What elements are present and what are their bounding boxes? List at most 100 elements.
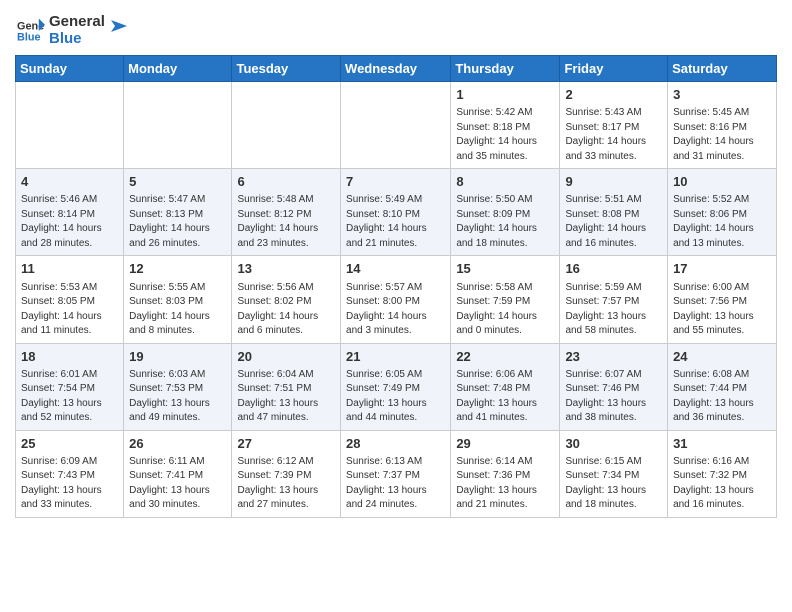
day-info: Sunrise: 6:08 AM Sunset: 7:44 PM Dayligh…: [673, 368, 771, 426]
calendar-cell: 17 Sunrise: 6:00 AM Sunset: 7:56 PM Dayli…: [668, 256, 777, 343]
calendar-cell: [341, 82, 451, 169]
day-info: Sunrise: 6:00 AM Sunset: 7:56 PM Dayligh…: [673, 281, 771, 339]
calendar-cell: 9 Sunrise: 5:51 AM Sunset: 8:08 PM Daylig…: [560, 169, 668, 256]
calendar-cell: 8 Sunrise: 5:50 AM Sunset: 8:09 PM Daylig…: [451, 169, 560, 256]
calendar-cell: 31Sunrise: 6:16 AM Sunset: 7:32 PM Dayli…: [668, 430, 777, 517]
day-number: 28: [346, 435, 445, 453]
day-info: Sunrise: 5:46 AM Sunset: 8:14 PM Dayligh…: [21, 193, 118, 251]
day-info: Sunrise: 6:01 AM Sunset: 7:54 PM Dayligh…: [21, 368, 118, 426]
day-number: 29: [456, 435, 554, 453]
col-header-thursday: Thursday: [451, 56, 560, 82]
day-info: Sunrise: 6:04 AM Sunset: 7:51 PM Dayligh…: [237, 368, 335, 426]
day-info: Sunrise: 6:06 AM Sunset: 7:48 PM Dayligh…: [456, 368, 554, 426]
col-header-saturday: Saturday: [668, 56, 777, 82]
day-number: 1: [456, 86, 554, 104]
day-info: Sunrise: 6:05 AM Sunset: 7:49 PM Dayligh…: [346, 368, 445, 426]
day-info: Sunrise: 5:55 AM Sunset: 8:03 PM Dayligh…: [129, 281, 226, 339]
col-header-wednesday: Wednesday: [341, 56, 451, 82]
logo-general: General: [49, 14, 105, 31]
day-info: Sunrise: 6:12 AM Sunset: 7:39 PM Dayligh…: [237, 455, 335, 513]
day-number: 13: [237, 260, 335, 278]
day-info: Sunrise: 5:50 AM Sunset: 8:09 PM Dayligh…: [456, 193, 554, 251]
day-number: 17: [673, 260, 771, 278]
col-header-monday: Monday: [124, 56, 232, 82]
day-number: 3: [673, 86, 771, 104]
day-number: 15: [456, 260, 554, 278]
day-number: 25: [21, 435, 118, 453]
day-number: 18: [21, 348, 118, 366]
calendar-cell: 28 Sunrise: 6:13 AM Sunset: 7:37 PM Dayli…: [341, 430, 451, 517]
calendar-cell: 4 Sunrise: 5:46 AM Sunset: 8:14 PM Daylig…: [16, 169, 124, 256]
day-number: 26: [129, 435, 226, 453]
day-number: 20: [237, 348, 335, 366]
day-info: Sunrise: 5:57 AM Sunset: 8:00 PM Dayligh…: [346, 281, 445, 339]
day-info: Sunrise: 6:13 AM Sunset: 7:37 PM Dayligh…: [346, 455, 445, 513]
day-info: Sunrise: 5:47 AM Sunset: 8:13 PM Dayligh…: [129, 193, 226, 251]
day-info: Sunrise: 5:56 AM Sunset: 8:02 PM Dayligh…: [237, 281, 335, 339]
calendar-cell: 13 Sunrise: 5:56 AM Sunset: 8:02 PM Dayli…: [232, 256, 341, 343]
calendar-cell: 26Sunrise: 6:11 AM Sunset: 7:41 PM Dayli…: [124, 430, 232, 517]
svg-text:Blue: Blue: [17, 31, 41, 43]
calendar-cell: 29Sunrise: 6:14 AM Sunset: 7:36 PM Dayli…: [451, 430, 560, 517]
calendar-cell: 22Sunrise: 6:06 AM Sunset: 7:48 PM Dayli…: [451, 343, 560, 430]
day-number: 30: [565, 435, 662, 453]
day-number: 8: [456, 173, 554, 191]
day-number: 7: [346, 173, 445, 191]
day-info: Sunrise: 5:43 AM Sunset: 8:17 PM Dayligh…: [565, 106, 662, 164]
day-info: Sunrise: 6:15 AM Sunset: 7:34 PM Dayligh…: [565, 455, 662, 513]
calendar-cell: 7 Sunrise: 5:49 AM Sunset: 8:10 PM Daylig…: [341, 169, 451, 256]
day-info: Sunrise: 5:59 AM Sunset: 7:57 PM Dayligh…: [565, 281, 662, 339]
col-header-sunday: Sunday: [16, 56, 124, 82]
calendar-cell: [16, 82, 124, 169]
day-number: 11: [21, 260, 118, 278]
day-number: 4: [21, 173, 118, 191]
page-header: General Blue General Blue: [15, 10, 777, 47]
day-info: Sunrise: 6:07 AM Sunset: 7:46 PM Dayligh…: [565, 368, 662, 426]
day-info: Sunrise: 5:48 AM Sunset: 8:12 PM Dayligh…: [237, 193, 335, 251]
day-info: Sunrise: 5:42 AM Sunset: 8:18 PM Dayligh…: [456, 106, 554, 164]
day-number: 5: [129, 173, 226, 191]
calendar-cell: 21 Sunrise: 6:05 AM Sunset: 7:49 PM Dayli…: [341, 343, 451, 430]
calendar-cell: 30 Sunrise: 6:15 AM Sunset: 7:34 PM Dayli…: [560, 430, 668, 517]
calendar-cell: [124, 82, 232, 169]
day-number: 27: [237, 435, 335, 453]
day-info: Sunrise: 6:03 AM Sunset: 7:53 PM Dayligh…: [129, 368, 226, 426]
calendar-cell: 14 Sunrise: 5:57 AM Sunset: 8:00 PM Dayli…: [341, 256, 451, 343]
calendar-cell: 2 Sunrise: 5:43 AM Sunset: 8:17 PM Daylig…: [560, 82, 668, 169]
day-info: Sunrise: 5:53 AM Sunset: 8:05 PM Dayligh…: [21, 281, 118, 339]
day-number: 19: [129, 348, 226, 366]
day-number: 6: [237, 173, 335, 191]
day-info: Sunrise: 6:09 AM Sunset: 7:43 PM Dayligh…: [21, 455, 118, 513]
calendar-cell: 19 Sunrise: 6:03 AM Sunset: 7:53 PM Dayli…: [124, 343, 232, 430]
day-number: 14: [346, 260, 445, 278]
calendar-cell: 27 Sunrise: 6:12 AM Sunset: 7:39 PM Dayli…: [232, 430, 341, 517]
calendar-cell: 10Sunrise: 5:52 AM Sunset: 8:06 PM Dayli…: [668, 169, 777, 256]
week-row-2: 4 Sunrise: 5:46 AM Sunset: 8:14 PM Daylig…: [16, 169, 777, 256]
day-info: Sunrise: 5:51 AM Sunset: 8:08 PM Dayligh…: [565, 193, 662, 251]
calendar-header-row: SundayMondayTuesdayWednesdayThursdayFrid…: [16, 56, 777, 82]
calendar-cell: 25 Sunrise: 6:09 AM Sunset: 7:43 PM Dayli…: [16, 430, 124, 517]
week-row-3: 11 Sunrise: 5:53 AM Sunset: 8:05 PM Dayli…: [16, 256, 777, 343]
logo-blue: Blue: [49, 31, 105, 48]
logo-arrow-icon: [107, 16, 127, 36]
calendar-cell: 23 Sunrise: 6:07 AM Sunset: 7:46 PM Dayli…: [560, 343, 668, 430]
logo-icon: General Blue: [17, 17, 45, 45]
col-header-tuesday: Tuesday: [232, 56, 341, 82]
day-info: Sunrise: 5:58 AM Sunset: 7:59 PM Dayligh…: [456, 281, 554, 339]
day-info: Sunrise: 5:49 AM Sunset: 8:10 PM Dayligh…: [346, 193, 445, 251]
calendar-cell: 20 Sunrise: 6:04 AM Sunset: 7:51 PM Dayli…: [232, 343, 341, 430]
logo: General Blue General Blue: [15, 14, 127, 47]
day-number: 31: [673, 435, 771, 453]
day-number: 12: [129, 260, 226, 278]
day-number: 9: [565, 173, 662, 191]
day-info: Sunrise: 5:52 AM Sunset: 8:06 PM Dayligh…: [673, 193, 771, 251]
day-number: 2: [565, 86, 662, 104]
day-number: 23: [565, 348, 662, 366]
calendar-cell: 12 Sunrise: 5:55 AM Sunset: 8:03 PM Dayli…: [124, 256, 232, 343]
calendar-cell: 5 Sunrise: 5:47 AM Sunset: 8:13 PM Daylig…: [124, 169, 232, 256]
calendar-cell: 15 Sunrise: 5:58 AM Sunset: 7:59 PM Dayli…: [451, 256, 560, 343]
day-number: 21: [346, 348, 445, 366]
week-row-4: 18 Sunrise: 6:01 AM Sunset: 7:54 PM Dayli…: [16, 343, 777, 430]
day-number: 24: [673, 348, 771, 366]
col-header-friday: Friday: [560, 56, 668, 82]
